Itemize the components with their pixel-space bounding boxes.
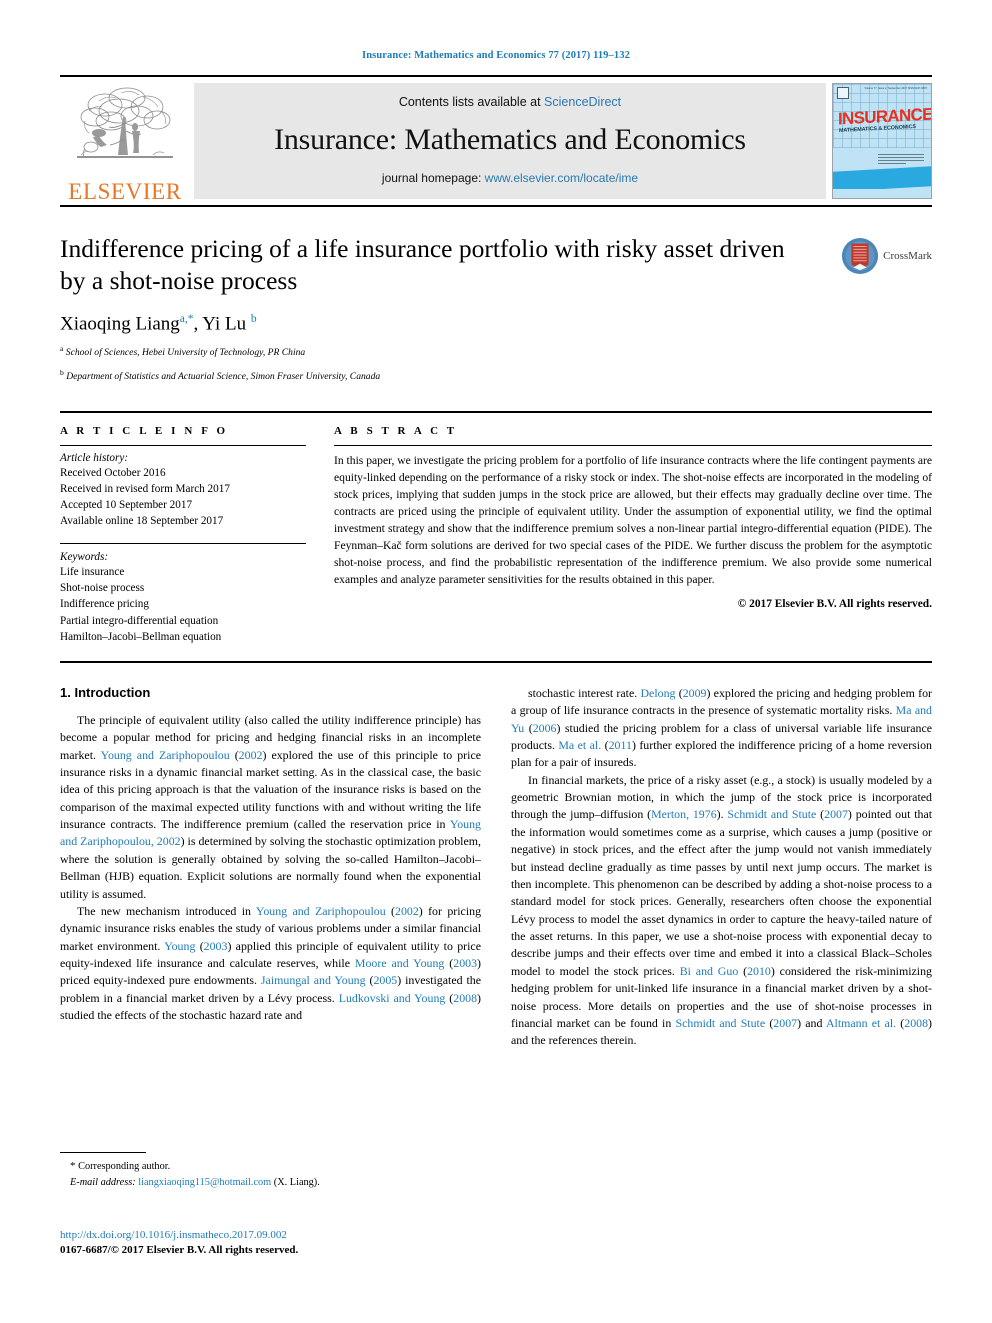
info-abstract-region: A R T I C L E I N F O Article history: R…	[60, 410, 932, 645]
keywords-block: Keywords: Life insurance Shot-noise proc…	[60, 543, 306, 645]
paper-page: Insurance: Mathematics and Economics 77 …	[0, 0, 992, 1323]
history-item: Available online 18 September 2017	[60, 515, 224, 528]
crossmark-label: CrossMark	[883, 250, 932, 262]
keyword-item: Partial integro-differential equation	[60, 614, 219, 627]
affiliation-text-b: Department of Statistics and Actuarial S…	[66, 371, 381, 383]
abstract-column: A B S T R A C T In this paper, we invest…	[334, 425, 932, 645]
homepage-prefix: journal homepage:	[381, 171, 482, 185]
author-list: Xiaoqing Lianga,*, Yi Lu b	[60, 313, 257, 335]
journal-cover-thumbnail[interactable]: Volume 77, Issue 2, September 2017 ISSN …	[832, 83, 932, 199]
crossmark-badge-icon	[842, 237, 879, 275]
abstract-copyright: © 2017 Elsevier B.V. All rights reserved…	[737, 597, 932, 610]
journal-homepage-line: journal homepage: www.elsevier.com/locat…	[382, 171, 638, 185]
crossmark-widget[interactable]: CrossMark	[841, 237, 932, 275]
cover-elsevier-mark-icon	[837, 87, 849, 99]
journal-masthead: ELSEVIER Contents lists available at Sci…	[60, 75, 932, 205]
email-owner: (X. Liang).	[273, 1176, 320, 1188]
doi-link[interactable]: http://dx.doi.org/10.1016/j.insmatheco.2…	[60, 1228, 490, 1243]
cover-topbar: Volume 77, Issue 2, September 2017 ISSN …	[837, 87, 927, 99]
body-columns: 1. Introduction The principle of equival…	[60, 685, 932, 1050]
contents-list-line: Contents lists available at ScienceDirec…	[399, 95, 621, 109]
abstract-bottom-rule	[60, 660, 932, 663]
cover-bottom-strip	[833, 189, 931, 195]
abstract-text: In this paper, we investigate the pricin…	[334, 453, 933, 586]
article-info-rule	[60, 444, 306, 446]
paragraph: The new mechanism introduced in Young an…	[60, 903, 482, 1023]
elsevier-tree-icon	[77, 87, 173, 158]
elsevier-wordmark: ELSEVIER	[68, 179, 182, 204]
article-info-column: A R T I C L E I N F O Article history: R…	[60, 425, 306, 645]
article-history-label: Article history:	[60, 451, 129, 464]
email-label: E-mail address:	[70, 1176, 136, 1188]
contents-list-prefix: Contents lists available at	[398, 95, 541, 109]
corresponding-author-note: * Corresponding author.	[60, 1158, 472, 1175]
affiliation-marker-a: a	[60, 343, 64, 353]
history-item: Received October 2016	[60, 466, 166, 479]
issn-copyright-line: 0167-6687/© 2017 Elsevier B.V. All right…	[60, 1244, 299, 1257]
footnote-rule	[60, 1152, 146, 1153]
masthead-bottom-rule	[60, 205, 932, 207]
affiliation-b: b Department of Statistics and Actuarial…	[60, 367, 932, 385]
journal-homepage-link[interactable]: www.elsevier.com/locate/ime	[485, 171, 638, 185]
abstract-rule	[334, 444, 932, 446]
body-left-column: 1. Introduction The principle of equival…	[60, 685, 481, 1050]
paragraph: The principle of equivalent utility (als…	[60, 712, 481, 901]
elsevier-logo: ELSEVIER	[60, 77, 190, 205]
corresponding-text: Corresponding author.	[78, 1161, 171, 1172]
imprint-block: http://dx.doi.org/10.1016/j.insmatheco.2…	[60, 1228, 490, 1259]
journal-banner: Contents lists available at ScienceDirec…	[194, 83, 826, 199]
email-note: E-mail address: liangxiaoqing115@hotmail…	[60, 1175, 472, 1190]
cover-issue-text: Volume 77, Issue 2, September 2017 ISSN …	[864, 87, 927, 90]
keyword-item: Life insurance	[60, 566, 125, 579]
keyword-item: Hamilton–Jacobi–Bellman equation	[60, 630, 222, 643]
body-right-column: stochastic interest rate. Delong (2009) …	[511, 685, 932, 1050]
cover-decorative-lines	[878, 154, 924, 166]
affiliation-a: a School of Sciences, Hebei University o…	[60, 343, 932, 361]
history-item: Accepted 10 September 2017	[60, 498, 193, 511]
journal-title: Insurance: Mathematics and Economics	[274, 123, 746, 156]
corresponding-marker: *	[70, 1160, 76, 1172]
running-head: Insurance: Mathematics and Economics 77 …	[362, 50, 630, 61]
keywords-label: Keywords:	[60, 551, 109, 564]
email-link[interactable]: liangxiaoqing115@hotmail.com	[138, 1177, 271, 1188]
title-block: Indifference pricing of a life insurance…	[60, 233, 932, 385]
affiliation-marker-b: b	[60, 368, 64, 378]
keyword-item: Indifference pricing	[60, 598, 149, 611]
history-item: Received in revised form March 2017	[60, 482, 230, 495]
paragraph: In financial markets, the price of a ris…	[511, 772, 933, 1048]
paragraph: stochastic interest rate. Delong (2009) …	[511, 685, 932, 770]
section-heading-introduction: 1. Introduction	[60, 684, 151, 700]
abstract-heading: A B S T R A C T	[334, 424, 458, 437]
page-title: Indifference pricing of a life insurance…	[60, 234, 785, 296]
keyword-item: Shot-noise process	[60, 582, 145, 595]
sciencedirect-link[interactable]: ScienceDirect	[544, 95, 621, 109]
footnote-block: * Corresponding author. E-mail address: …	[60, 1152, 472, 1190]
article-info-heading: A R T I C L E I N F O	[60, 424, 229, 437]
affiliation-text-a: School of Sciences, Hebei University of …	[65, 346, 306, 358]
